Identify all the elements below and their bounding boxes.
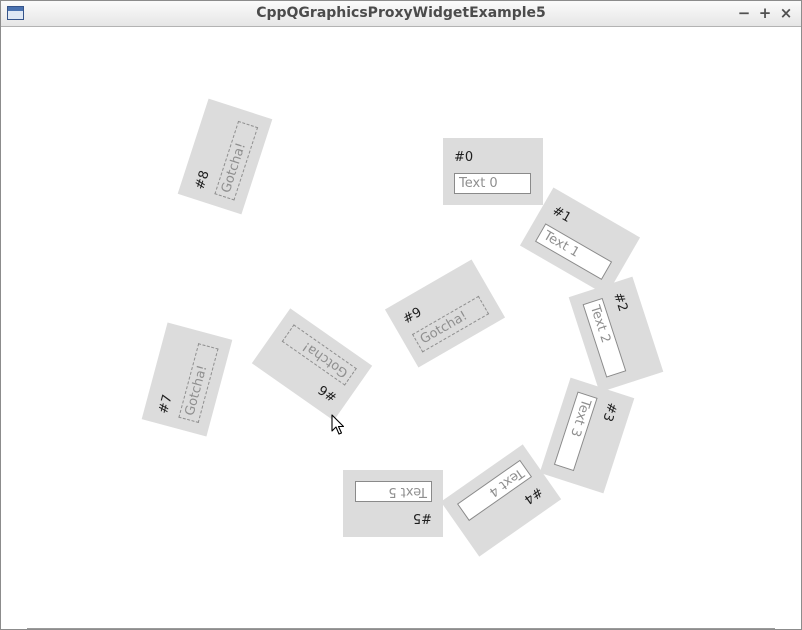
proxy-widget-9[interactable]: #9 Gotcha! <box>384 259 506 368</box>
proxy-widget-8[interactable]: #8 Gotcha! <box>177 98 273 215</box>
proxy-line-edit[interactable]: Text 4 <box>456 459 533 522</box>
minimize-button[interactable]: − <box>735 3 753 23</box>
title-bar[interactable]: CppQGraphicsProxyWidgetExample5 − + × <box>1 1 801 27</box>
proxy-line-edit[interactable]: Text 1 <box>534 223 613 280</box>
proxy-label: #6 <box>315 381 341 405</box>
proxy-label: #7 <box>156 393 176 416</box>
proxy-line-edit[interactable]: Gotcha! <box>214 120 259 201</box>
window-bottom-edge <box>27 628 775 629</box>
proxy-line-edit[interactable]: Text 3 <box>553 391 598 472</box>
proxy-line-edit[interactable]: Gotcha! <box>281 324 357 386</box>
proxy-widget-2[interactable]: #2 Text 2 <box>568 276 664 393</box>
window-title: CppQGraphicsProxyWidgetExample5 <box>256 5 546 21</box>
proxy-widget-7[interactable]: #7 Gotcha! <box>141 322 233 437</box>
close-button[interactable]: × <box>777 3 795 23</box>
app-window: CppQGraphicsProxyWidgetExample5 − + × #0… <box>0 0 802 630</box>
proxy-widget-3[interactable]: #3 Text 3 <box>539 377 635 494</box>
proxy-line-edit[interactable]: Gotcha! <box>178 343 219 423</box>
proxy-line-edit[interactable]: Text 5 <box>355 481 432 502</box>
proxy-label: #5 <box>412 510 432 525</box>
proxy-label: #0 <box>454 150 474 165</box>
maximize-button[interactable]: + <box>756 3 774 23</box>
graphics-view[interactable]: #0 Text 0 #1 Text 1 #2 Text 2 #3 Text 3 … <box>1 27 801 629</box>
proxy-widget-0[interactable]: #0 Text 0 <box>443 138 543 205</box>
proxy-widget-5[interactable]: #5 Text 5 <box>343 470 443 537</box>
proxy-line-edit[interactable]: Text 0 <box>454 173 531 194</box>
proxy-label: #3 <box>599 400 620 424</box>
proxy-line-edit[interactable]: Gotcha! <box>411 295 490 353</box>
proxy-label: #2 <box>610 290 631 314</box>
proxy-label: #4 <box>520 483 546 507</box>
mouse-pointer-icon <box>331 414 345 435</box>
proxy-widget-6[interactable]: #6 Gotcha! <box>251 308 373 421</box>
proxy-label: #8 <box>192 168 213 192</box>
proxy-label: #1 <box>549 203 574 226</box>
proxy-label: #9 <box>400 304 425 328</box>
